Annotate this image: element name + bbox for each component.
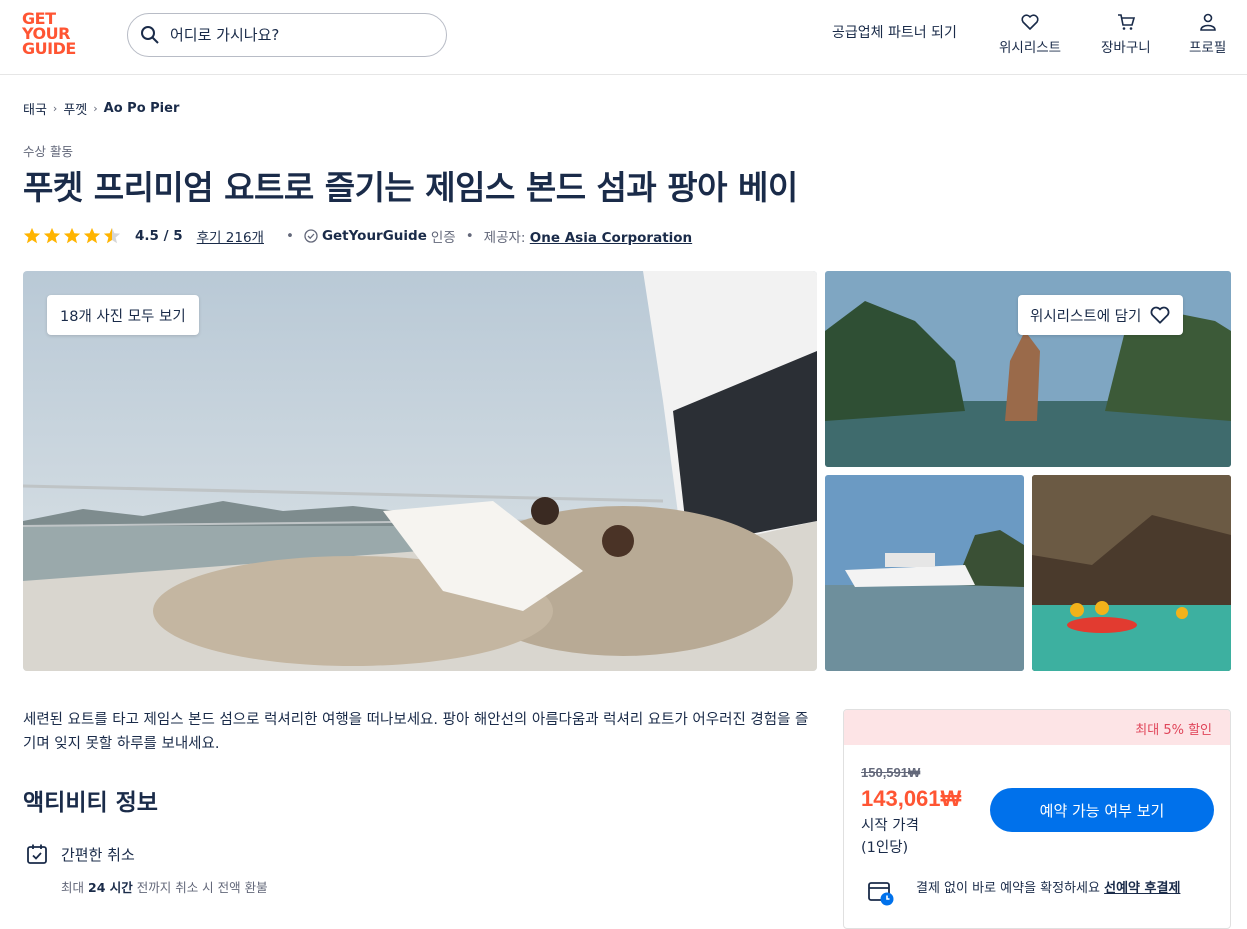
verified-brand: GetYourGuide (321, 228, 427, 244)
reserve-text: 결제 없이 바로 예약을 확정하세요 (916, 881, 1100, 896)
current-price: 143,061₩ (861, 786, 962, 811)
half-star-icon (103, 227, 121, 244)
reserve-now-pay-later: 결제 없이 바로 예약을 확정하세요 선예약 후결제 (866, 878, 1216, 908)
star-icon (23, 227, 41, 244)
breadcrumb-item[interactable]: 푸껫 (63, 99, 87, 118)
page-title: 푸켓 프리미엄 요트로 즐기는 제임스 본드 섬과 팡아 베이 (23, 168, 798, 207)
provider-link[interactable]: One Asia Corporation (530, 230, 692, 246)
cancel-detail-hours: 24 시간 (88, 880, 133, 895)
getyourguide-logo[interactable]: GET YOUR GUIDE (22, 11, 84, 59)
profile-icon (1199, 13, 1216, 31)
breadcrumb-item[interactable]: 태국 (23, 99, 47, 118)
provider-label: 제공자: (483, 230, 526, 246)
verified-badge: GetYourGuide 인증 (304, 226, 456, 246)
reviews-link[interactable]: 후기 216개 (197, 226, 264, 246)
chevron-right-icon: › (52, 102, 58, 115)
nav-profile-label: 프로필 (1189, 40, 1227, 56)
star-icon (83, 227, 101, 244)
add-to-wishlist-button[interactable]: 위시리스트에 담기 (1018, 295, 1184, 335)
photo-sea-cave-canoe[interactable] (1032, 475, 1231, 671)
rating-score: 4.5 / 5 (135, 228, 183, 244)
verified-suffix: 인증 (430, 230, 456, 246)
rating-row: 4.5 / 5 후기 216개 • GetYourGuide 인증 • 제공자:… (23, 226, 692, 246)
search-box[interactable] (127, 13, 447, 57)
cancel-detail-post: 전까지 취소 시 전액 환불 (136, 880, 268, 895)
check-availability-button[interactable]: 예약 가능 여부 보기 (990, 788, 1214, 832)
discount-banner: 최대 5% 할인 (844, 710, 1230, 745)
price-per-person: (1인당) (861, 840, 909, 856)
reserve-now-pay-later-link[interactable]: 선예약 후결제 (1104, 881, 1180, 896)
search-input[interactable] (170, 26, 420, 44)
heart-icon (1150, 306, 1170, 324)
breadcrumb-item-current[interactable]: Ao Po Pier (104, 101, 180, 116)
search-icon (141, 26, 159, 44)
provider: 제공자: One Asia Corporation (484, 226, 693, 246)
nav-cart[interactable]: 장바구니 (1101, 12, 1151, 56)
price-note: 시작 가격 (1인당) (861, 815, 919, 859)
chevron-right-icon: › (93, 102, 98, 115)
star-icon (43, 227, 61, 244)
calendar-check-icon (27, 844, 47, 864)
verified-check-icon (304, 229, 318, 243)
booking-panel: 최대 5% 할인 150,591₩ 143,061₩ 시작 가격 (1인당) 예… (843, 709, 1231, 929)
reserve-text-block: 결제 없이 바로 예약을 확정하세요 선예약 후결제 (916, 878, 1180, 908)
star-icon (63, 227, 81, 244)
activity-category[interactable]: 수상 활동 (23, 141, 73, 160)
breadcrumb: 태국 › 푸껫 › Ao Po Pier (23, 99, 179, 118)
nav-profile[interactable]: 프로필 (1189, 12, 1226, 56)
free-cancellation-detail: 최대 24 시간 전까지 취소 시 전액 환불 (61, 877, 268, 896)
original-price: 150,591₩ (861, 765, 921, 780)
activity-description: 세련된 요트를 타고 제임스 본드 섬으로 럭셔리한 여행을 떠나보세요. 팡아… (23, 712, 809, 752)
activity-info-title: 액티비티 정보 (23, 790, 158, 816)
price-from-label: 시작 가격 (861, 818, 919, 834)
nav-cart-label: 장바구니 (1101, 40, 1151, 56)
calendar-clock-icon (868, 882, 894, 906)
star-rating (23, 227, 121, 245)
view-all-photos-button[interactable]: 18개 사진 모두 보기 (47, 295, 199, 335)
separator-dot: • (285, 228, 294, 244)
separator-dot: • (465, 228, 474, 244)
add-to-wishlist-label: 위시리스트에 담기 (1030, 308, 1142, 325)
free-cancellation-feature: 간편한 취소 (25, 842, 135, 866)
top-header: GET YOUR GUIDE 공급업체 파트너 되기 위시리스트 장바구니 프로… (0, 0, 1247, 75)
cancel-detail-pre: 최대 (61, 880, 85, 895)
photo-yacht-at-sea[interactable] (825, 475, 1024, 671)
nav-wishlist-label: 위시리스트 (999, 40, 1062, 56)
nav-wishlist[interactable]: 위시리스트 (999, 12, 1061, 56)
heart-icon (1021, 14, 1039, 30)
free-cancellation-title: 간편한 취소 (61, 845, 135, 864)
cart-icon (1117, 14, 1135, 30)
become-partner-link[interactable]: 공급업체 파트너 되기 (832, 22, 957, 42)
